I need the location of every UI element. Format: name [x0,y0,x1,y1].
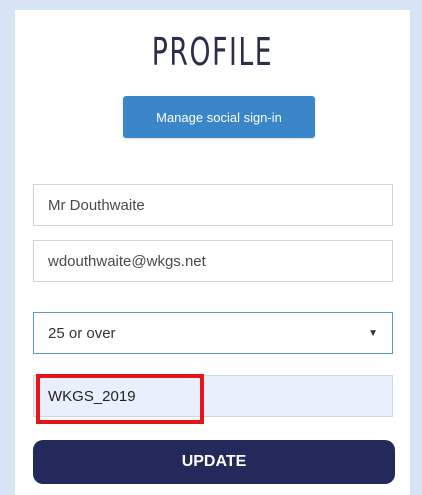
chevron-down-icon: ▼ [368,327,378,339]
page-title: PROFILE [151,30,274,74]
age-select[interactable]: 25 or over ▼ [33,312,393,354]
code-field-value: WKGS_2019 [48,387,136,405]
email-field-value: wdouthwaite@wkgs.net [48,252,206,270]
manage-social-signin-button[interactable]: Manage social sign-in [123,96,315,138]
code-field[interactable]: WKGS_2019 [33,375,393,417]
name-field-value: Mr Douthwaite [48,196,145,214]
email-field[interactable]: wdouthwaite@wkgs.net [33,240,393,282]
profile-panel: PROFILE Manage social sign-in Mr Douthwa… [15,10,410,495]
update-button[interactable]: UPDATE [33,440,395,484]
name-field[interactable]: Mr Douthwaite [33,184,393,226]
age-select-value: 25 or over [48,324,116,342]
